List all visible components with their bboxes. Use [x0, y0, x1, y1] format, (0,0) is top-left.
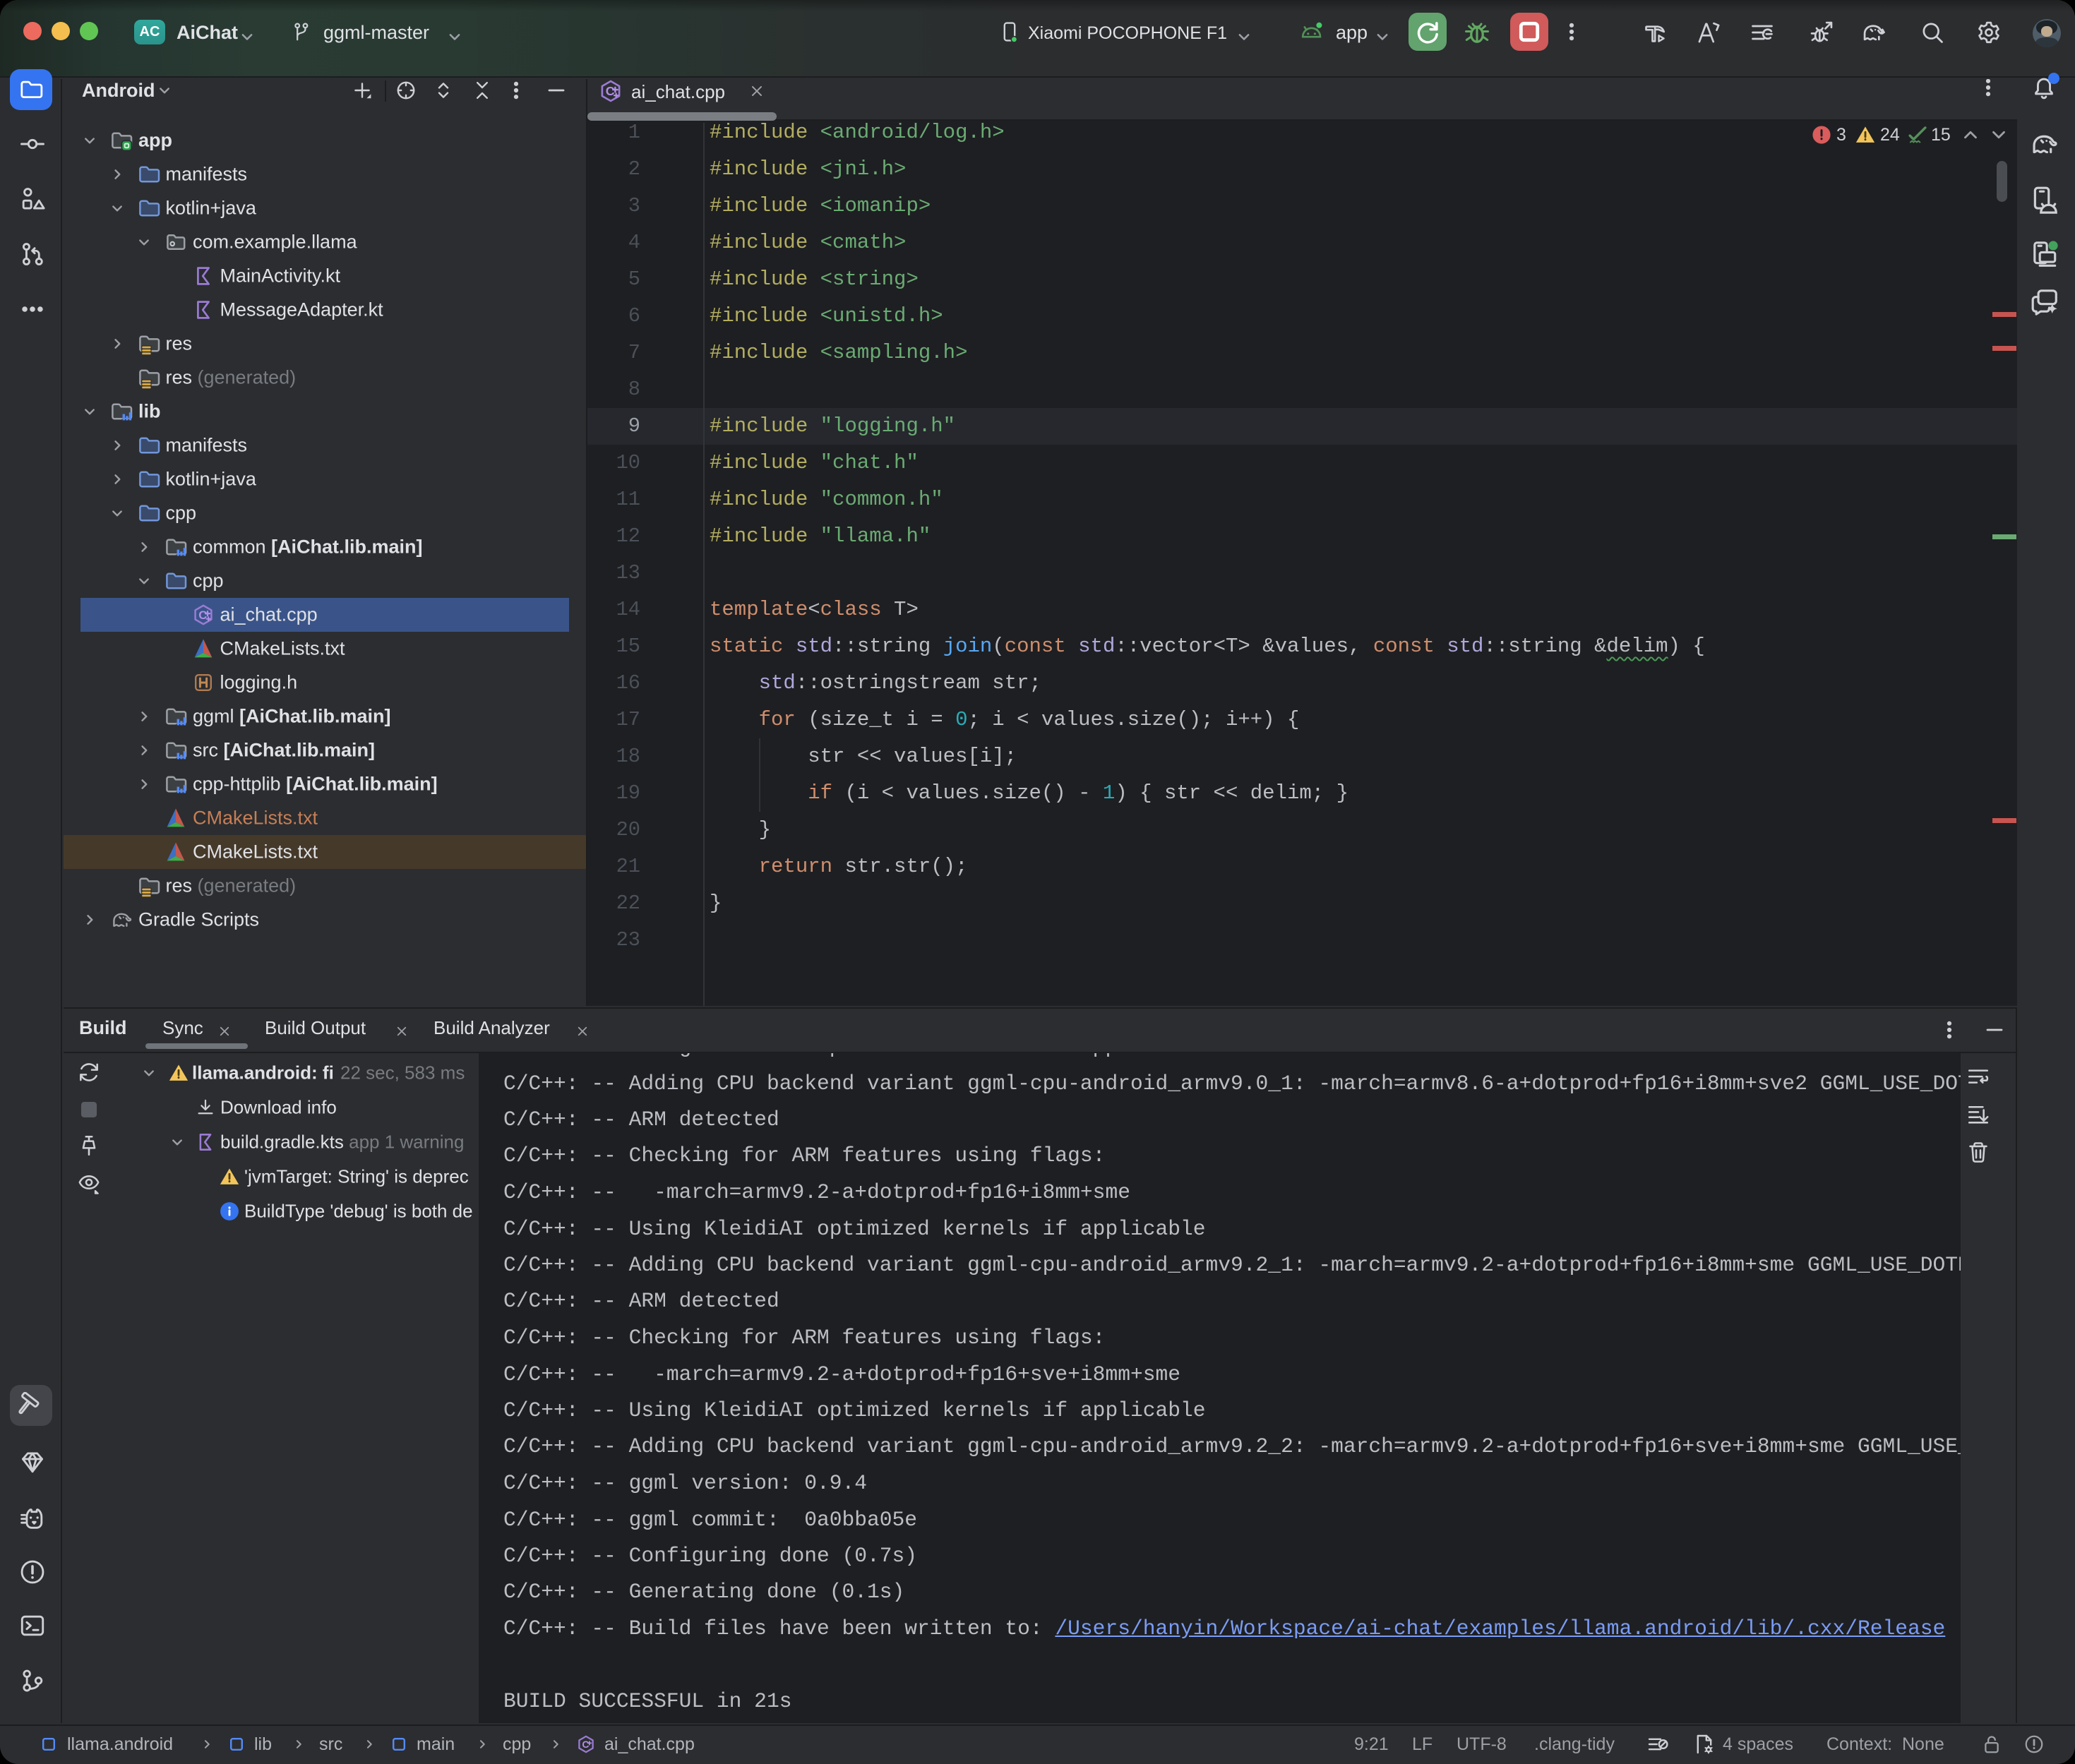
svg-text:C: C	[606, 84, 615, 98]
svg-text:C: C	[198, 608, 207, 622]
svg-text:C: C	[582, 1739, 589, 1750]
